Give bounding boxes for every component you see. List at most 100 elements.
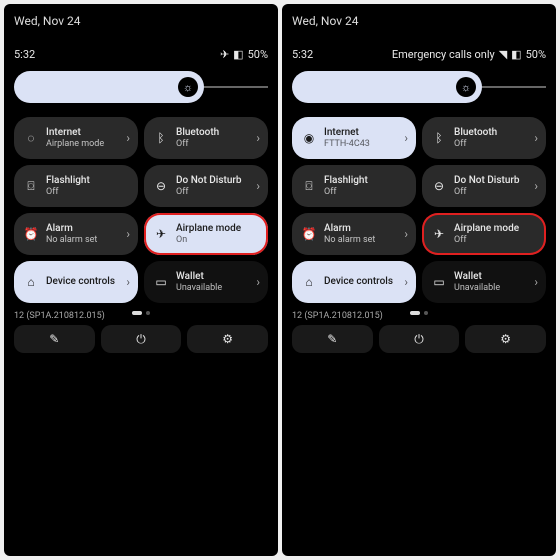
tile-title: Do Not Disturb [454,175,534,187]
tile-text: Airplane modeOff [454,223,538,245]
tile-text: AlarmNo alarm set [324,223,404,245]
tile-title: Internet [324,127,404,139]
battery-icon: ◧ [233,48,243,61]
status-extra: Emergency calls only [392,48,495,61]
alarm-icon: ⏰ [22,227,40,241]
date: Wed, Nov 24 [292,14,546,28]
tile-title: Bluetooth [454,127,534,139]
tile-dnd[interactable]: ⊖ Do Not DisturbOff› [144,165,268,207]
chevron-right-icon: › [534,179,538,193]
chevron-right-icon: › [126,131,130,145]
clock: 5:32 [14,48,35,61]
chevron-right-icon: › [256,179,260,193]
tile-text: FlashlightOff [46,175,130,197]
settings-button[interactable]: ⚙ [187,325,268,353]
tile-text: InternetFTTH-4C43 [324,127,404,149]
tile-text: AlarmNo alarm set [46,223,126,245]
brightness-icon: ☼ [456,77,476,97]
airplane-icon: ✈ [430,227,448,241]
tile-text: InternetAirplane mode [46,127,126,149]
power-button[interactable]: ⏻ [101,325,182,353]
tile-subtitle: No alarm set [324,235,404,245]
dnd-icon: ⊖ [152,179,170,193]
battery-pct: 50% [526,48,546,61]
tile-subtitle: On [176,235,260,245]
devcontrols-icon: ⌂ [22,275,40,289]
tile-text: WalletUnavailable [454,271,534,293]
edit-button[interactable]: ✎ [14,325,95,353]
tile-text: Do Not DisturbOff [454,175,534,197]
tile-text: Device controls [324,276,404,288]
chevron-right-icon: › [534,131,538,145]
tile-title: Airplane mode [454,223,538,235]
tile-alarm[interactable]: ⏰ AlarmNo alarm set› [14,213,138,255]
tile-subtitle: Airplane mode [46,139,126,149]
phone-right: Wed, Nov 24 5:32 Emergency calls only ◥ … [282,4,556,556]
dnd-icon: ⊖ [430,179,448,193]
tile-text: BluetoothOff [454,127,534,149]
bluetooth-icon: ᛒ [152,131,170,145]
tile-subtitle: No alarm set [46,235,126,245]
tile-subtitle: Off [454,187,534,197]
tile-alarm[interactable]: ⏰ AlarmNo alarm set› [292,213,416,255]
qs-tiles: ◌InternetAirplane mode›ᛒBluetoothOff›⌼Fl… [14,117,268,303]
battery-pct: 50% [248,48,268,61]
tile-title: Device controls [324,276,404,288]
tile-subtitle: FTTH-4C43 [324,139,404,149]
wallet-icon: ▭ [430,275,448,289]
tile-text: FlashlightOff [324,175,408,197]
tile-title: Wallet [454,271,534,283]
tile-title: Flashlight [324,175,408,187]
brightness-slider[interactable]: ☼ [292,71,546,103]
airplane-icon: ✈ [152,227,170,241]
alarm-icon: ⏰ [300,227,318,241]
tile-title: Bluetooth [176,127,256,139]
tile-bluetooth[interactable]: ᛒBluetoothOff› [144,117,268,159]
wallet-icon: ▭ [152,275,170,289]
chevron-right-icon: › [256,131,260,145]
tile-airplane[interactable]: ✈ Airplane modeOff [422,213,546,255]
tile-text: Do Not DisturbOff [176,175,256,197]
footer-buttons: ✎ ⏻ ⚙ [14,325,268,353]
chevron-right-icon: › [404,227,408,241]
chevron-right-icon: › [404,275,408,289]
tile-subtitle: Off [324,187,408,197]
tile-title: Alarm [46,223,126,235]
tile-title: Alarm [324,223,404,235]
tile-text: Device controls [46,276,126,288]
power-button[interactable]: ⏻ [379,325,460,353]
tile-flashlight[interactable]: ⌼ FlashlightOff [292,165,416,207]
chevron-right-icon: › [256,275,260,289]
brightness-slider[interactable]: ☼ [14,71,268,103]
tile-bluetooth[interactable]: ᛒBluetoothOff› [422,117,546,159]
tile-dnd[interactable]: ⊖ Do Not DisturbOff› [422,165,546,207]
flashlight-icon: ⌼ [300,179,318,194]
tile-airplane[interactable]: ✈Airplane modeOn [144,213,268,255]
statusbar: 5:32 Emergency calls only ◥ ◧ 50% [292,48,546,61]
tile-devcontrols[interactable]: ⌂ Device controls› [292,261,416,303]
tile-subtitle: Unavailable [454,283,534,293]
tile-devcontrols[interactable]: ⌂ Device controls› [14,261,138,303]
clock: 5:32 [292,48,313,61]
tile-subtitle: Off [176,187,256,197]
tile-wallet[interactable]: ▭WalletUnavailable› [422,261,546,303]
footer-buttons: ✎ ⏻ ⚙ [292,325,546,353]
devcontrols-icon: ⌂ [300,275,318,289]
edit-button[interactable]: ✎ [292,325,373,353]
tile-internet[interactable]: ◉InternetFTTH-4C43› [292,117,416,159]
tile-title: Flashlight [46,175,130,187]
chevron-right-icon: › [126,275,130,289]
tile-wallet[interactable]: ▭WalletUnavailable› [144,261,268,303]
chevron-right-icon: › [126,227,130,241]
statusbar: 5:32 ✈ ◧ 50% [14,48,268,61]
tile-flashlight[interactable]: ⌼ FlashlightOff [14,165,138,207]
tile-title: Internet [46,127,126,139]
brightness-icon: ☼ [178,77,198,97]
flashlight-icon: ⌼ [22,179,40,194]
tile-subtitle: Off [46,187,130,197]
battery-icon: ◧ [511,48,521,61]
tile-internet[interactable]: ◌InternetAirplane mode› [14,117,138,159]
settings-button[interactable]: ⚙ [465,325,546,353]
airplane-icon: ✈ [220,48,229,61]
tile-subtitle: Off [454,235,538,245]
